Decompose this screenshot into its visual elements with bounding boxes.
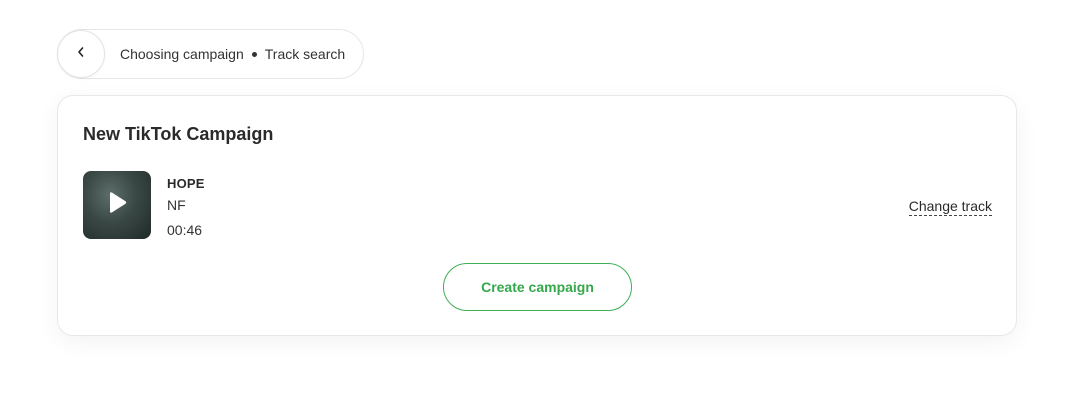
track-cover[interactable] (83, 171, 151, 239)
chevron-left-icon (76, 45, 86, 63)
create-campaign-button[interactable]: Create campaign (443, 263, 632, 311)
breadcrumb: Choosing campaign Track search (57, 29, 364, 79)
change-track-link[interactable]: Change track (908, 198, 992, 216)
campaign-card: New TikTok Campaign HOPE NF 00:46 Change… (57, 95, 1017, 336)
track-artist: NF (167, 197, 186, 213)
breadcrumb-item-choosing-campaign[interactable]: Choosing campaign (120, 46, 244, 62)
page-title: New TikTok Campaign (83, 124, 274, 144)
track-title: HOPE (167, 176, 205, 191)
back-button[interactable] (57, 30, 105, 78)
track-duration: 00:46 (167, 222, 203, 238)
play-icon[interactable] (106, 190, 128, 221)
breadcrumb-item-track-search: Track search (264, 46, 346, 62)
breadcrumb-trail: Choosing campaign Track search (120, 46, 345, 62)
breadcrumb-separator (251, 51, 257, 57)
